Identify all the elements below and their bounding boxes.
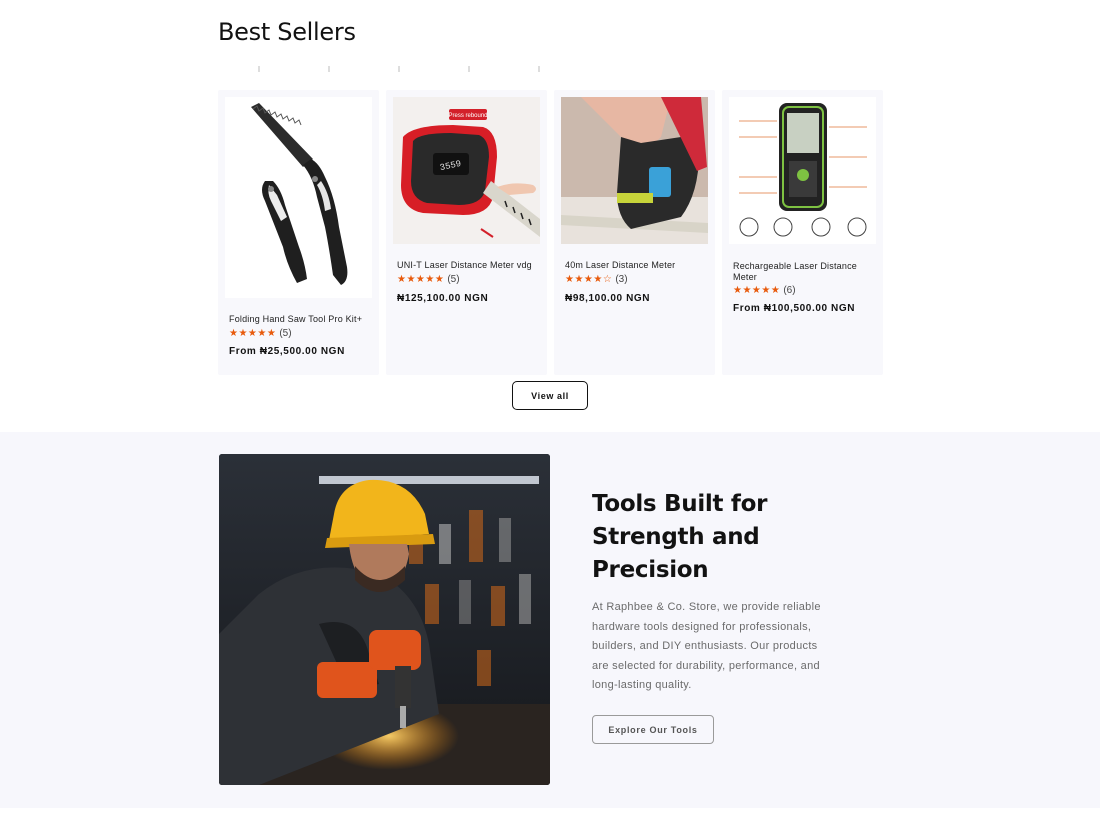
- product-name[interactable]: UNI-T Laser Distance Meter vdg: [397, 260, 537, 271]
- star-rating-icon: ★★★★★: [733, 285, 781, 296]
- product-price: From ₦100,500.00 NGN: [733, 303, 856, 314]
- product-card-rechargeable-meter[interactable]: Rechargeable Laser Distance Meter ★★★★★(…: [722, 90, 883, 375]
- star-rating-icon: ★★★★☆: [565, 274, 613, 285]
- product-price: From ₦25,500.00 NGN: [229, 346, 345, 357]
- product-price: ₦125,100.00 NGN: [397, 293, 489, 304]
- product-image-rechargeable-meter[interactable]: [729, 97, 876, 244]
- product-price: ₦98,100.00 NGN: [565, 293, 651, 304]
- rating-count: (5): [447, 274, 460, 285]
- product-card-folding-saw[interactable]: Folding Hand Saw Tool Pro Kit+ ★★★★★ (5) …: [218, 90, 379, 375]
- product-rating: ★★★★☆ (3): [565, 274, 628, 285]
- laser-meter-diagram-image: [729, 97, 876, 244]
- star-rating-icon: ★★★★★: [229, 328, 277, 339]
- rating-count: (3): [615, 274, 628, 285]
- feature-title: Tools Built for Strength and Precision: [592, 491, 768, 583]
- product-image-folding-saw[interactable]: [225, 97, 372, 298]
- explore-tools-button[interactable]: Explore Our Tools: [592, 715, 714, 744]
- product-image-40m-meter[interactable]: [561, 97, 708, 244]
- best-sellers-section: Best Sellers Folding Hand Saw Tool Pro K…: [0, 0, 1100, 432]
- tape-measure-image: Press rebound 3559: [393, 97, 540, 244]
- product-name[interactable]: 40m Laser Distance Meter: [565, 260, 705, 271]
- worker-drilling-image: [219, 454, 550, 785]
- product-card-uni-t-meter[interactable]: Press rebound 3559 UNI-T Laser Distance …: [386, 90, 547, 375]
- rating-count: (5): [279, 328, 292, 339]
- product-card-40m-meter[interactable]: 40m Laser Distance Meter ★★★★☆ (3) ₦98,10…: [554, 90, 715, 375]
- laser-tape-image: [561, 97, 708, 244]
- product-rating: ★★★★★ (6): [733, 285, 796, 296]
- feature-description: At Raphbee & Co. Store, we provide relia…: [592, 601, 821, 691]
- view-all-button[interactable]: View all: [512, 381, 588, 410]
- feature-section: Tools Built for Strength and Precision A…: [0, 432, 1100, 808]
- product-name[interactable]: Rechargeable Laser Distance Meter: [733, 261, 873, 283]
- product-rating: ★★★★★ (5): [397, 274, 460, 285]
- folding-saw-image: [225, 97, 372, 298]
- product-rating: ★★★★★ (5): [229, 328, 292, 339]
- image-badge-text: Press rebound: [448, 113, 487, 119]
- section-title: Best Sellers: [218, 18, 356, 46]
- rating-count: (6): [783, 285, 796, 296]
- product-name[interactable]: Folding Hand Saw Tool Pro Kit+: [229, 314, 369, 325]
- star-rating-icon: ★★★★★: [397, 274, 445, 285]
- carousel-hint: [218, 66, 558, 72]
- product-image-uni-t-meter[interactable]: Press rebound 3559: [393, 97, 540, 244]
- feature-image-worker: [219, 454, 550, 785]
- page-footer-gap: [0, 808, 1100, 820]
